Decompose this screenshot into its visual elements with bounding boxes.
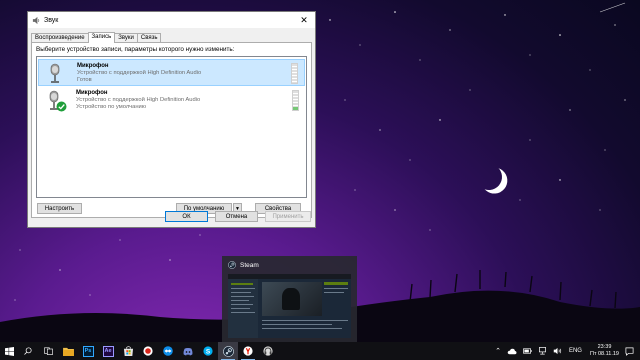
yandex-browser-icon — [243, 346, 253, 356]
recording-panel: Выберите устройство записи, параметры ко… — [31, 42, 312, 218]
level-meter — [291, 63, 298, 84]
file-explorer-icon — [62, 347, 74, 356]
device-list: Микрофон Устройство с поддержкой High De… — [36, 56, 307, 198]
speaker-icon — [32, 16, 40, 24]
close-icon: ✕ — [300, 14, 308, 25]
taskbar-discord[interactable] — [178, 342, 198, 360]
windows-start-icon — [4, 346, 14, 356]
teamviewer-icon — [163, 346, 173, 356]
notifications-icon[interactable] — [625, 347, 634, 356]
taskbar-teamviewer[interactable] — [158, 342, 178, 360]
title-bar: Звук ✕ — [28, 12, 315, 28]
ok-button[interactable]: ОК — [165, 211, 208, 222]
system-tray: ⌃ ENG 23:39 Пт 08.11.19 — [492, 342, 640, 360]
volume-icon[interactable] — [553, 347, 562, 355]
taskbar-recorder[interactable] — [138, 342, 158, 360]
apply-button[interactable]: Применить — [265, 211, 311, 222]
device-name: Микрофон — [76, 90, 108, 96]
taskbar-store[interactable] — [118, 342, 138, 360]
preview-title: Steam — [240, 261, 259, 269]
network-icon[interactable] — [538, 347, 547, 355]
steam-taskbar-preview[interactable]: Steam — [222, 256, 357, 342]
device-item[interactable]: Микрофон Устройство с поддержкой High De… — [38, 87, 305, 114]
tab-recording[interactable]: Запись — [87, 32, 116, 43]
microphone-icon — [50, 63, 60, 83]
clock-date: Пт 08.11.19 — [589, 351, 619, 357]
taskbar-yandex-browser[interactable] — [238, 342, 258, 360]
device-name: Микрофон — [77, 63, 109, 69]
device-description: Устройство с поддержкой High Definition … — [77, 70, 202, 76]
taskbar-audacity[interactable] — [258, 342, 278, 360]
close-button[interactable]: ✕ — [293, 12, 315, 28]
dialog-title: Звук — [44, 16, 59, 24]
device-status: Готов — [77, 77, 92, 83]
input-language[interactable]: ENG — [569, 348, 582, 354]
taskbar-search-button[interactable] — [18, 342, 38, 360]
steam-icon — [228, 261, 236, 269]
task-view-button[interactable] — [38, 342, 58, 360]
level-meter — [292, 90, 299, 111]
battery-power-icon[interactable] — [523, 347, 532, 355]
taskbar: Ps Ae S ⌃ ENG 23:39 Пт 08.11.19 — [0, 342, 640, 360]
default-checkmark-icon — [56, 101, 67, 112]
show-hidden-icons-button[interactable]: ⌃ — [495, 347, 501, 355]
photoshop-icon-label: Ps — [84, 348, 92, 354]
moon — [475, 163, 503, 191]
steam-window-thumbnail — [228, 274, 351, 338]
audacity-icon — [263, 346, 273, 356]
chevron-up-icon: ⌃ — [495, 348, 501, 355]
after-effects-icon-label: Ae — [104, 348, 112, 354]
taskbar-photoshop[interactable]: Ps — [78, 342, 98, 360]
device-description: Устройство с поддержкой High Definition … — [76, 97, 201, 103]
cancel-button[interactable]: Отмена — [215, 211, 258, 222]
record-icon — [143, 346, 153, 356]
clock-time: 23:39 — [597, 344, 612, 350]
preview-header: Steam — [228, 261, 259, 269]
steam-icon — [222, 345, 234, 357]
cloud-icon[interactable] — [507, 347, 517, 355]
taskbar-steam[interactable] — [218, 342, 238, 360]
after-effects-icon: Ae — [102, 345, 114, 357]
search-icon — [24, 347, 32, 355]
configure-button[interactable]: Настроить — [37, 203, 82, 214]
device-item[interactable]: Микрофон Устройство с поддержкой High De… — [38, 59, 305, 86]
start-button[interactable] — [0, 342, 18, 360]
instruction-text: Выберите устройство записи, параметры ко… — [36, 46, 235, 53]
clock[interactable]: 23:39 Пт 08.11.19 — [590, 344, 619, 358]
taskbar-file-explorer[interactable] — [58, 342, 78, 360]
skype-icon: S — [203, 346, 213, 356]
photoshop-icon: Ps — [82, 345, 94, 357]
taskbar-after-effects[interactable]: Ae — [98, 342, 118, 360]
sound-dialog: Звук ✕ Воспроизведение Запись Звуки Связ… — [27, 11, 316, 228]
ms-store-icon — [123, 346, 133, 356]
svg-text:S: S — [206, 348, 211, 355]
task-view-icon — [43, 347, 53, 355]
discord-icon — [183, 347, 193, 355]
taskbar-skype[interactable]: S — [198, 342, 218, 360]
device-status: Устройство по умолчанию — [76, 104, 147, 110]
